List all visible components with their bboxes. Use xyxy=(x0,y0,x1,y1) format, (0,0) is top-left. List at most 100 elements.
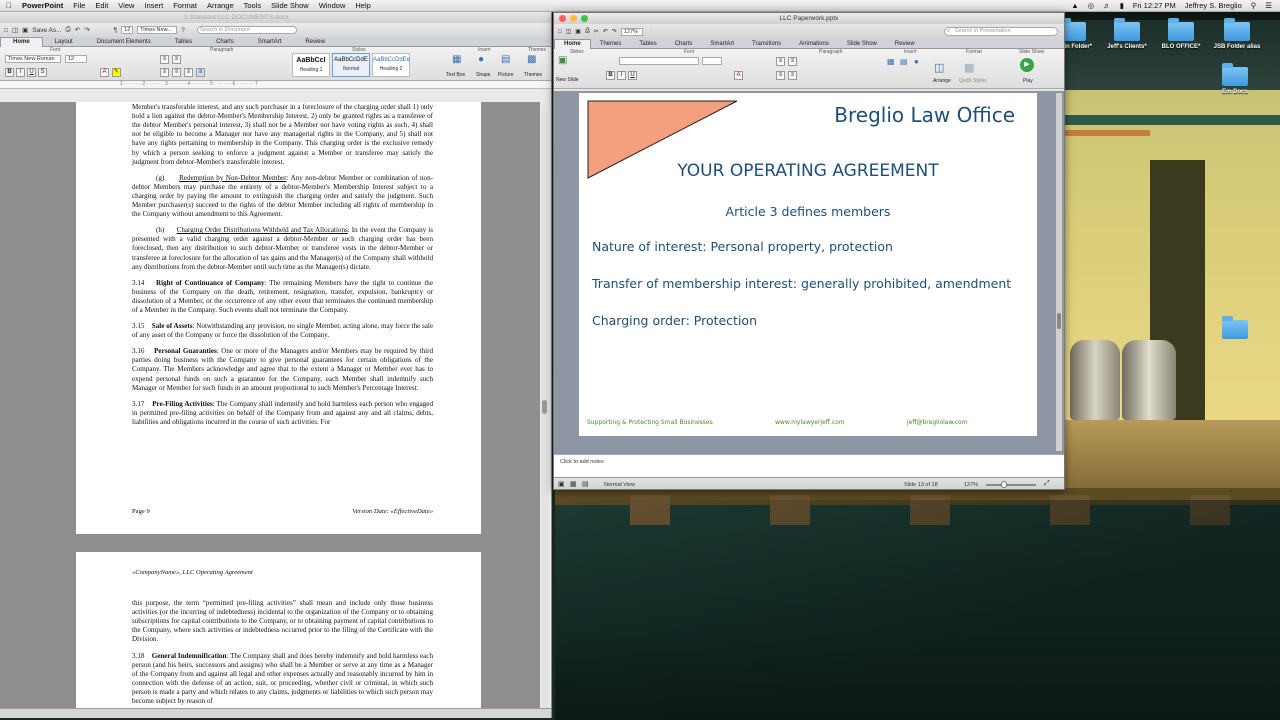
redo-icon[interactable]: ↷ xyxy=(612,28,617,35)
volume-icon[interactable]: ♬ xyxy=(1103,1,1111,10)
align-left-button[interactable]: ≡ xyxy=(776,71,785,80)
menu-window[interactable]: Window xyxy=(319,1,346,10)
tab-smartart[interactable]: SmartArt xyxy=(701,41,743,47)
font-size-select[interactable]: 12 xyxy=(65,55,87,63)
zoom-select[interactable]: 127% xyxy=(620,27,643,36)
tab-tables[interactable]: Tables xyxy=(163,39,204,45)
menu-file[interactable]: File xyxy=(73,1,85,10)
tab-themes[interactable]: Themes xyxy=(591,41,631,47)
bullets-button[interactable]: ≡ xyxy=(160,55,169,64)
slide-13[interactable]: Breglio Law Office YOUR OPERATING AGREEM… xyxy=(579,93,1037,436)
menu-slide-show[interactable]: Slide Show xyxy=(271,1,309,10)
quick-styles-button[interactable]: Quick Styles xyxy=(959,78,987,84)
new-icon[interactable]: □ xyxy=(4,27,8,34)
desktop-folder-em-docs[interactable]: Em Docs xyxy=(1203,63,1267,95)
apple-icon[interactable]:  xyxy=(6,1,12,10)
print-icon[interactable]: ⎙ xyxy=(585,28,590,35)
tab-animations[interactable]: Animations xyxy=(790,41,838,47)
font-size-select[interactable] xyxy=(702,57,722,65)
save-icon[interactable]: ▣ xyxy=(575,28,581,35)
tab-home[interactable]: Home xyxy=(0,36,43,47)
picture-button[interactable]: Picture xyxy=(498,72,514,78)
help-icon[interactable]: ❔ xyxy=(647,28,654,35)
picture-icon[interactable]: ▤ xyxy=(900,57,908,66)
underline-button[interactable]: U xyxy=(628,71,637,80)
strikethrough-button[interactable]: S xyxy=(38,68,47,77)
justify-button[interactable]: ≡ xyxy=(196,68,205,77)
scrollbar-thumb[interactable] xyxy=(1057,313,1061,329)
text-box-button[interactable]: Text Box xyxy=(446,72,465,78)
reading-view-icon[interactable]: ▤ xyxy=(582,480,589,488)
list-icon[interactable]: ☰ xyxy=(1265,1,1272,10)
search-document-input[interactable]: Search in Document xyxy=(196,26,297,34)
style-normal[interactable]: AaBbCcDdE Normal xyxy=(332,53,370,77)
paragraph-mark-icon[interactable]: ¶ xyxy=(114,27,118,34)
menu-insert[interactable]: Insert xyxy=(144,1,163,10)
font-name-select[interactable] xyxy=(619,57,699,65)
zoom-slider[interactable] xyxy=(986,484,1036,486)
document-page-10[interactable]: «CompanyName», LLC Operating Agreement t… xyxy=(76,552,481,718)
style-heading-2[interactable]: AaBbCcDdEe Heading 2 xyxy=(372,53,410,77)
italic-button[interactable]: I xyxy=(16,68,25,77)
font-name-select[interactable]: Times New Roman xyxy=(5,55,61,63)
tab-charts[interactable]: Charts xyxy=(666,41,702,47)
word-vertical-scrollbar[interactable] xyxy=(541,110,548,710)
bold-button[interactable]: B xyxy=(5,68,14,77)
themes-button[interactable]: Themes xyxy=(524,72,542,78)
scrollbar-thumb[interactable] xyxy=(542,400,547,414)
user-name[interactable]: Jeffrey S. Breglio xyxy=(1185,1,1242,10)
font-color-button[interactable]: A xyxy=(734,71,743,80)
open-icon[interactable]: ◫ xyxy=(12,26,18,34)
zoom-slider-knob[interactable] xyxy=(1001,481,1007,488)
bullets-button[interactable]: ≡ xyxy=(776,57,785,66)
wifi-icon[interactable]: ◎ xyxy=(1088,1,1095,10)
text-icon[interactable]: ▦ xyxy=(887,57,895,66)
desktop-folder-blo-office[interactable]: BLO OFFICE* xyxy=(1149,18,1213,50)
ruler[interactable]: 1 · · · · · · 2 · · · · · · 3 · · · · · … xyxy=(0,81,551,89)
save-icon[interactable]: ▣ xyxy=(22,26,28,34)
tab-transitions[interactable]: Transitions xyxy=(743,41,790,47)
desktop-folder-unlabeled[interactable] xyxy=(1203,316,1267,339)
style-heading-1[interactable]: AaBbCcI Heading 1 xyxy=(292,53,330,77)
new-icon[interactable]: □ xyxy=(558,29,562,35)
dropbox-icon[interactable]: ▲ xyxy=(1071,1,1078,10)
menu-view[interactable]: View xyxy=(118,1,134,10)
font-color-button[interactable]: A xyxy=(100,68,109,77)
numbering-button[interactable]: ≡ xyxy=(172,55,181,64)
tab-charts[interactable]: Charts xyxy=(204,39,246,45)
tab-slide-show[interactable]: Slide Show xyxy=(838,41,886,47)
tab-smartart[interactable]: SmartArt xyxy=(246,39,294,45)
notes-pane[interactable]: Click to add notes xyxy=(554,454,1064,477)
cut-icon[interactable]: ✂ xyxy=(594,28,599,35)
align-center-button[interactable]: ≡ xyxy=(788,71,797,80)
tab-review[interactable]: Review xyxy=(886,41,924,47)
menu-arrange[interactable]: Arrange xyxy=(207,1,234,10)
open-icon[interactable]: ◫ xyxy=(566,28,572,35)
underline-button[interactable]: U xyxy=(27,68,36,77)
help-icon[interactable]: ? xyxy=(181,27,185,34)
slide-sorter-icon[interactable]: ▦ xyxy=(570,480,577,488)
new-slide-button[interactable]: New Slide xyxy=(556,77,579,83)
bold-button[interactable]: B xyxy=(606,71,615,80)
zoom-box[interactable]: 12 xyxy=(121,26,134,34)
print-icon[interactable]: ⎙ xyxy=(66,26,71,34)
tab-home[interactable]: Home xyxy=(554,38,591,49)
arrange-button[interactable]: Arrange xyxy=(933,78,951,84)
undo-icon[interactable]: ↶ xyxy=(603,28,608,35)
redo-icon[interactable]: ↷ xyxy=(84,26,89,34)
align-center-button[interactable]: ≡ xyxy=(172,68,181,77)
save-as-button[interactable]: Save As... xyxy=(32,27,61,34)
menu-edit[interactable]: Edit xyxy=(95,1,108,10)
tab-layout[interactable]: Layout xyxy=(43,39,85,45)
search-icon[interactable]: ⚲ xyxy=(1251,1,1257,10)
menu-app-name[interactable]: PowerPoint xyxy=(22,1,63,10)
menu-format[interactable]: Format xyxy=(173,1,197,10)
clock[interactable]: Fri 12:27 PM xyxy=(1133,1,1176,10)
highlight-button[interactable]: ✎ xyxy=(112,68,121,77)
font-box[interactable]: Times New... xyxy=(137,26,178,34)
shape-button[interactable]: Shape xyxy=(476,72,490,78)
fit-to-window-icon[interactable]: ⤢ xyxy=(1044,480,1050,488)
ppt-vertical-scrollbar[interactable] xyxy=(1056,93,1062,451)
numbering-button[interactable]: ≡ xyxy=(788,57,797,66)
tab-document-elements[interactable]: Document Elements xyxy=(85,39,163,45)
